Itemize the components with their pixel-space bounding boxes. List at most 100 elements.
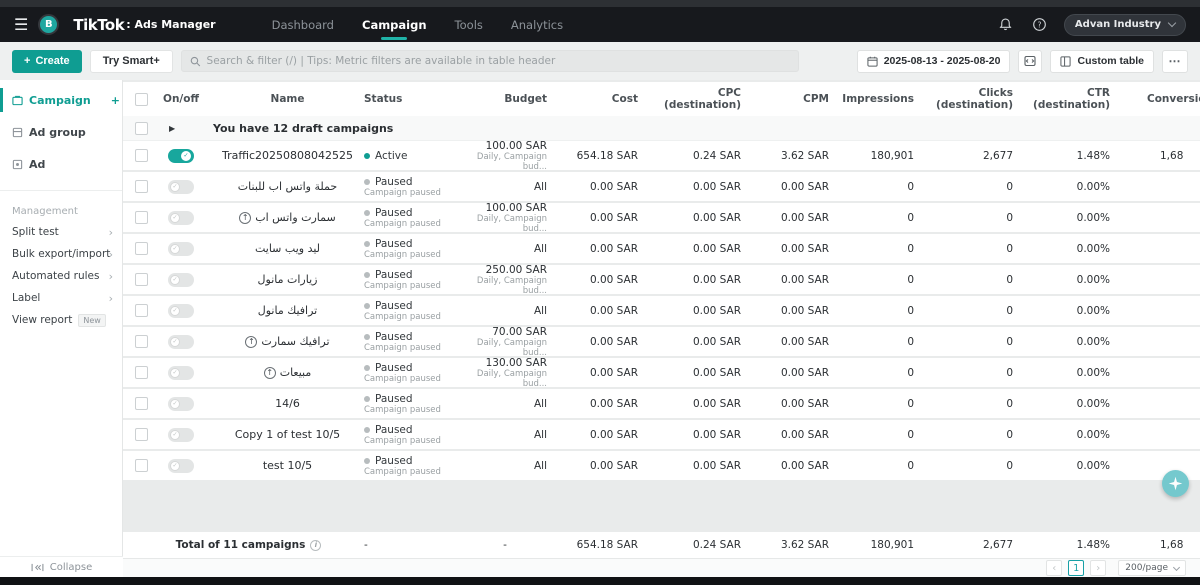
table-row[interactable]: ✓ test 10/5 Paused Campaign paused All 0… bbox=[123, 451, 1200, 482]
campaign-name[interactable]: زيارات مانول bbox=[258, 273, 318, 286]
row-checkbox[interactable] bbox=[135, 211, 148, 224]
expand-arrow-icon[interactable]: ▶ bbox=[159, 124, 203, 133]
hamburger-menu-icon[interactable]: ☰ bbox=[14, 17, 28, 33]
column-header-impressions[interactable]: Impressions bbox=[832, 82, 917, 116]
onoff-toggle[interactable]: ✓ bbox=[168, 180, 194, 194]
custom-table-button[interactable]: Custom table bbox=[1050, 50, 1154, 73]
search-input[interactable] bbox=[207, 55, 790, 67]
assistant-floating-button[interactable] bbox=[1162, 470, 1189, 497]
column-header-cost[interactable]: Cost bbox=[550, 82, 641, 116]
table-row[interactable]: ✓ ترافيك مانول Paused Campaign paused Al… bbox=[123, 296, 1200, 327]
campaign-name[interactable]: حملة واتس اب للبنات bbox=[238, 180, 337, 193]
cell-clicks: 0 bbox=[917, 234, 1016, 263]
row-checkbox[interactable] bbox=[135, 397, 148, 410]
column-header-cpm[interactable]: CPM bbox=[744, 82, 832, 116]
onoff-toggle[interactable]: ✓ bbox=[168, 211, 194, 225]
nav-dashboard[interactable]: Dashboard bbox=[258, 7, 348, 42]
sidebar-divider bbox=[0, 190, 122, 191]
totals-cpm: 3.62 SAR bbox=[744, 532, 832, 558]
onoff-toggle[interactable]: ✓ bbox=[168, 149, 194, 163]
nav-tools[interactable]: Tools bbox=[441, 7, 497, 42]
table-row[interactable]: ✓ حملة واتس اب للبنات Paused Campaign pa… bbox=[123, 172, 1200, 203]
row-checkbox[interactable] bbox=[135, 366, 148, 379]
table-row[interactable]: ✓ زيارات مانول Paused Campaign paused 25… bbox=[123, 265, 1200, 296]
sidebar-item-split-test[interactable]: Split test › bbox=[0, 221, 122, 243]
table-row[interactable]: ✓ 14/6 Paused Campaign paused All 0.00 S… bbox=[123, 389, 1200, 420]
search-field[interactable] bbox=[181, 50, 799, 72]
sidebar-item-ad[interactable]: Ad bbox=[0, 152, 122, 176]
table-row[interactable]: ✓ ↑ سمارت واتس اب Paused Campaign paused… bbox=[123, 203, 1200, 234]
campaign-name[interactable]: ترافيك سمارت bbox=[261, 335, 329, 348]
column-header-conversions[interactable]: Conversions bbox=[1113, 82, 1200, 116]
column-header-name[interactable]: Name bbox=[203, 82, 362, 116]
column-header-onoff-h[interactable]: On/off bbox=[159, 82, 203, 116]
onoff-toggle[interactable]: ✓ bbox=[168, 242, 194, 256]
header-row: On/offNameStatusBudgetCostCPC (destinati… bbox=[123, 82, 1200, 116]
prev-page-button[interactable]: ‹ bbox=[1046, 560, 1062, 576]
cell-conversions bbox=[1113, 327, 1200, 356]
sidebar-item-view-report[interactable]: View report New bbox=[0, 309, 122, 331]
table-row[interactable]: ✓ ليد ويب سايت Paused Campaign paused Al… bbox=[123, 234, 1200, 265]
column-header-budget[interactable]: Budget bbox=[460, 82, 550, 116]
column-header-cpc[interactable]: CPC (destination) bbox=[641, 82, 744, 116]
current-page-button[interactable]: 1 bbox=[1068, 560, 1084, 576]
try-smart-button[interactable]: Try Smart+ bbox=[90, 50, 173, 73]
table-row[interactable]: ✓ ↑ مبيعات Paused Campaign paused 130.00… bbox=[123, 358, 1200, 389]
row-checkbox[interactable] bbox=[135, 273, 148, 286]
add-campaign-plus-icon[interactable]: + bbox=[111, 94, 120, 107]
sidebar-item-bulk-export-import[interactable]: Bulk export/import › bbox=[0, 243, 122, 265]
draft-row-checkbox[interactable] bbox=[135, 122, 148, 135]
campaign-name[interactable]: Traffic20250808042525 bbox=[222, 149, 353, 162]
sidebar-item-campaign[interactable]: Campaign + bbox=[0, 88, 122, 112]
nav-campaign[interactable]: Campaign bbox=[348, 7, 441, 42]
cell-cost: 0.00 SAR bbox=[550, 327, 641, 356]
row-checkbox[interactable] bbox=[135, 180, 148, 193]
campaign-name[interactable]: test 10/5 bbox=[263, 459, 312, 472]
onoff-toggle[interactable]: ✓ bbox=[168, 304, 194, 318]
onoff-toggle[interactable]: ✓ bbox=[168, 366, 194, 380]
info-icon[interactable]: i bbox=[310, 540, 321, 551]
row-checkbox[interactable] bbox=[135, 242, 148, 255]
per-page-selector[interactable]: 200/page bbox=[1118, 560, 1186, 576]
avatar[interactable]: B bbox=[38, 14, 59, 35]
sidebar-item-automated-rules[interactable]: Automated rules › bbox=[0, 265, 122, 287]
notifications-bell-icon[interactable] bbox=[996, 15, 1016, 35]
onoff-toggle[interactable]: ✓ bbox=[168, 335, 194, 349]
create-button[interactable]: + Create bbox=[12, 50, 82, 73]
onoff-toggle[interactable]: ✓ bbox=[168, 273, 194, 287]
table-row[interactable]: ✓ ↑ ترافيك سمارت Paused Campaign paused … bbox=[123, 327, 1200, 358]
table-row[interactable]: ✓ Traffic20250808042525 Active 100.00 SA… bbox=[123, 141, 1200, 172]
select-all-checkbox[interactable] bbox=[135, 93, 148, 106]
column-header-ctr[interactable]: CTR (destination) bbox=[1016, 82, 1113, 116]
onoff-toggle[interactable]: ✓ bbox=[168, 459, 194, 473]
more-options-button[interactable]: ⋯ bbox=[1162, 50, 1188, 73]
sidebar-item-ad-group[interactable]: Ad group bbox=[0, 120, 122, 144]
row-checkbox[interactable] bbox=[135, 335, 148, 348]
column-header-status[interactable]: Status bbox=[362, 82, 460, 116]
nav-analytics[interactable]: Analytics bbox=[497, 7, 577, 42]
table-row[interactable]: ✓ Copy 1 of test 10/5 Paused Campaign pa… bbox=[123, 420, 1200, 451]
account-selector[interactable]: Advan Industry bbox=[1064, 14, 1186, 36]
row-checkbox[interactable] bbox=[135, 304, 148, 317]
collapse-sidebar-button[interactable]: Collapse bbox=[0, 556, 123, 577]
cell-ctr: 1.48% bbox=[1016, 141, 1113, 170]
campaign-name[interactable]: ترافيك مانول bbox=[258, 304, 318, 317]
date-range-button[interactable]: 2025-08-13 - 2025-08-20 bbox=[857, 50, 1011, 73]
campaign-name[interactable]: سمارت واتس اب bbox=[255, 211, 335, 224]
campaign-name[interactable]: Copy 1 of test 10/5 bbox=[235, 428, 340, 441]
campaign-name[interactable]: 14/6 bbox=[275, 397, 300, 410]
help-icon[interactable]: ? bbox=[1030, 15, 1050, 35]
campaign-name[interactable]: ليد ويب سايت bbox=[255, 242, 320, 255]
next-page-button[interactable]: › bbox=[1090, 560, 1106, 576]
campaign-name[interactable]: مبيعات bbox=[280, 366, 312, 379]
column-header-clicks[interactable]: Clicks (destination) bbox=[917, 82, 1016, 116]
row-checkbox[interactable] bbox=[135, 428, 148, 441]
onoff-toggle[interactable]: ✓ bbox=[168, 397, 194, 411]
draft-campaigns-row[interactable]: ▶ You have 12 draft campaigns bbox=[123, 116, 1200, 141]
row-checkbox[interactable] bbox=[135, 149, 148, 162]
date-range-text: 2025-08-13 - 2025-08-20 bbox=[884, 55, 1001, 67]
onoff-toggle[interactable]: ✓ bbox=[168, 428, 194, 442]
date-compare-button[interactable] bbox=[1018, 50, 1042, 73]
row-checkbox[interactable] bbox=[135, 459, 148, 472]
sidebar-item-label[interactable]: Label › bbox=[0, 287, 122, 309]
